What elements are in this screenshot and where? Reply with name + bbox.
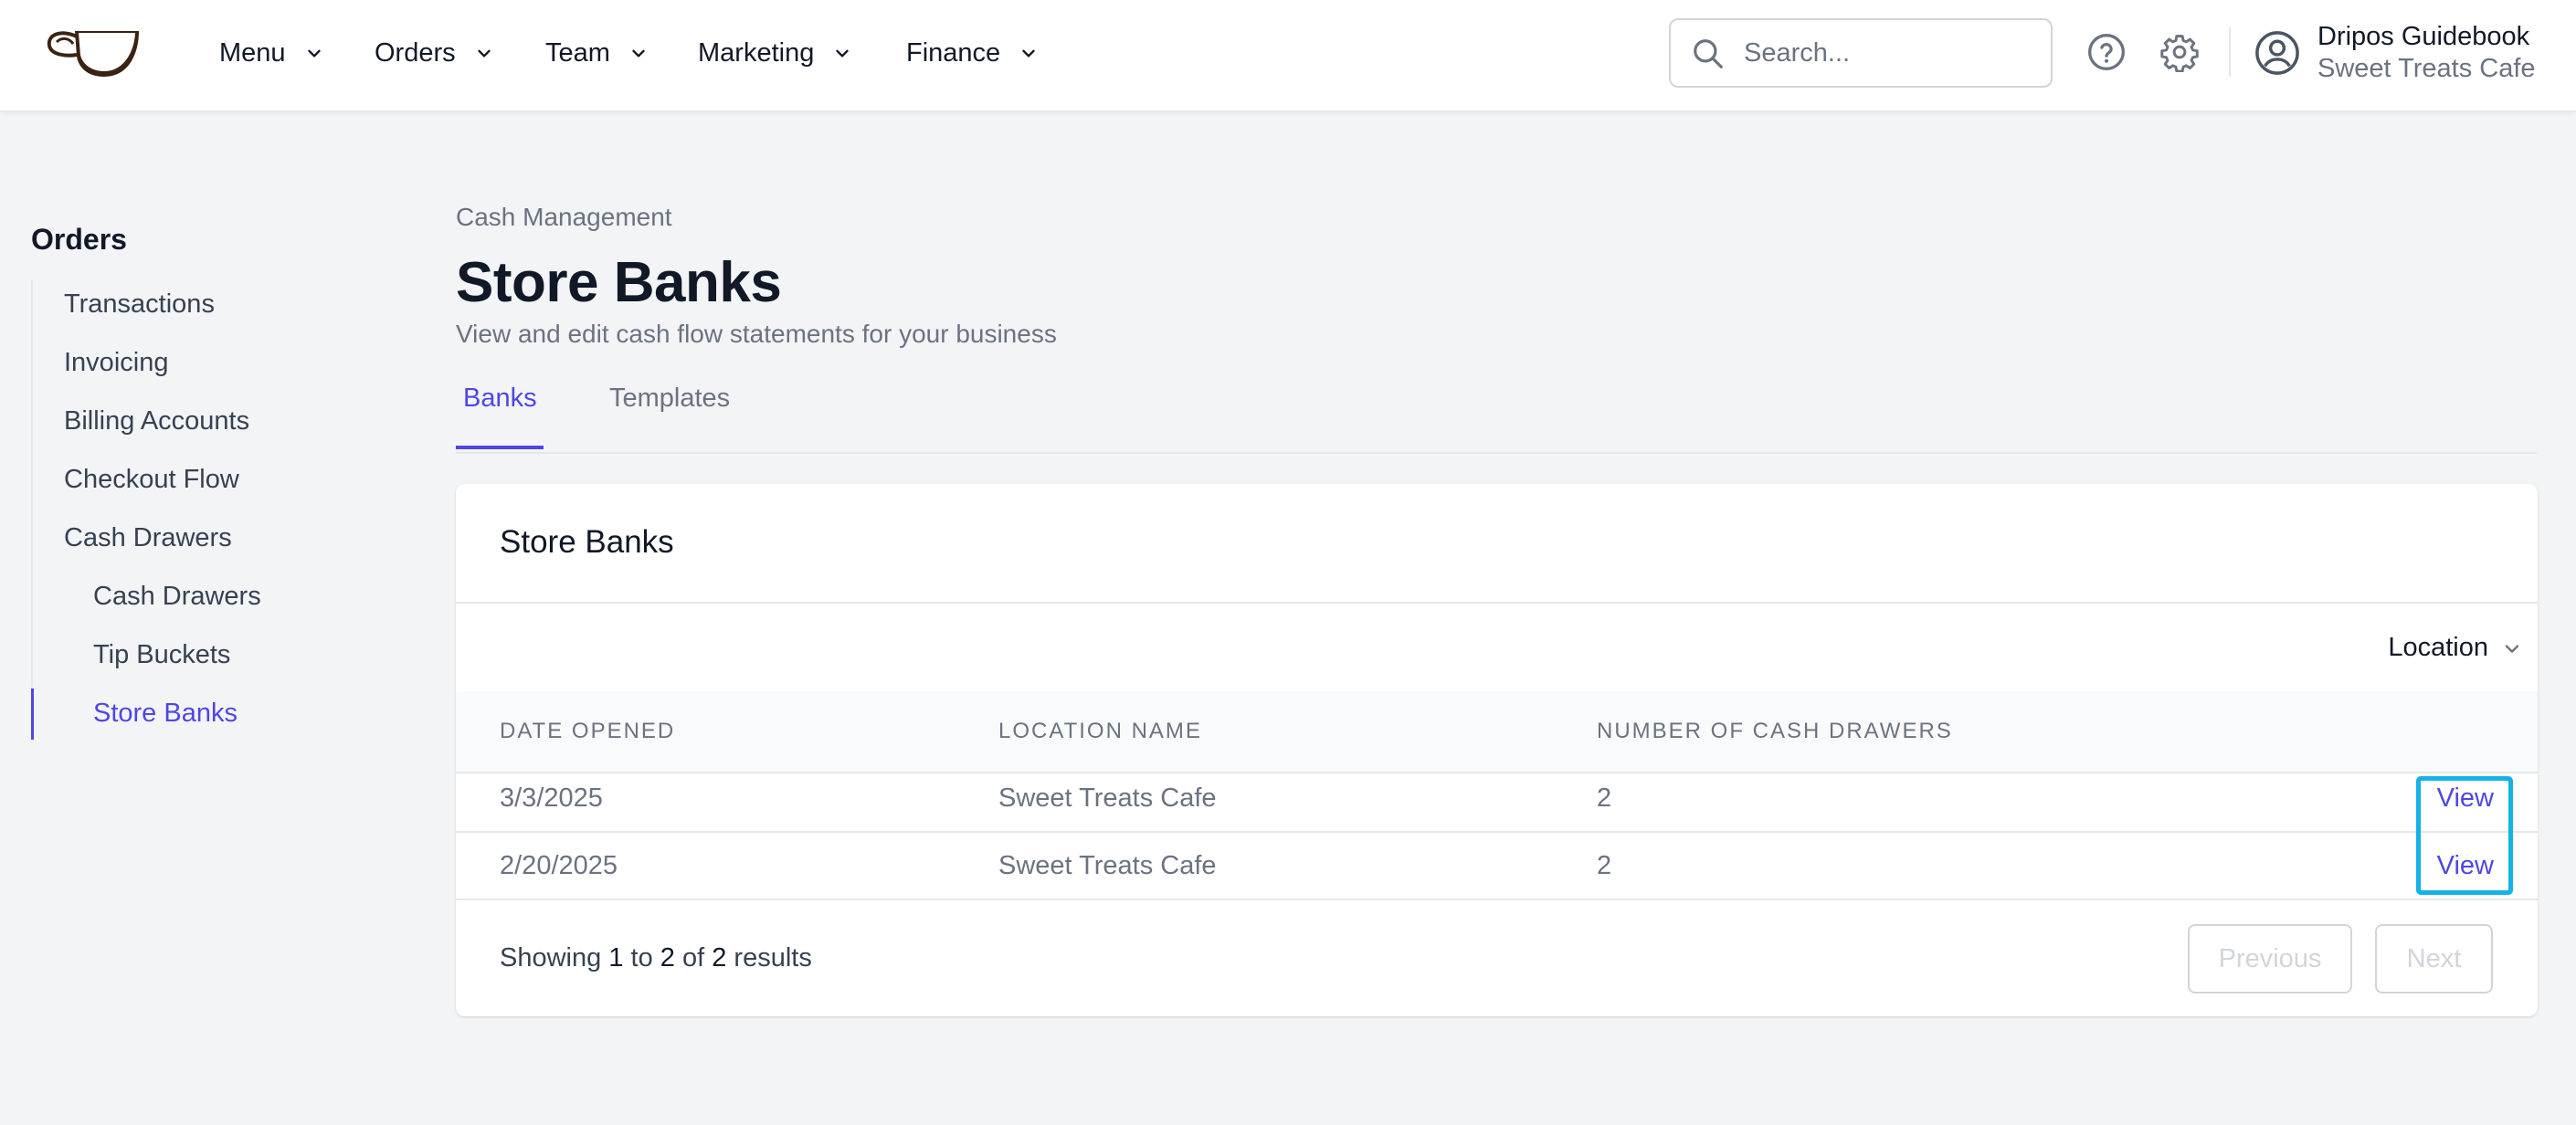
sidebar-item-transactions[interactable]: Transactions xyxy=(64,289,215,320)
store-banks-card: Store Banks Location Date Opened Locatio… xyxy=(456,484,2538,1016)
active-tab-underline xyxy=(456,446,544,449)
tabs-border xyxy=(456,452,2537,454)
nav-orders[interactable]: Orders xyxy=(375,33,494,73)
card-divider xyxy=(456,602,2538,604)
column-header-number-of-cash-drawers[interactable]: Number of Cash Drawers xyxy=(1597,719,1953,744)
page-title: Store Banks xyxy=(456,251,782,314)
table-row[interactable]: 2/20/2025 Sweet Treats Cafe 2 View xyxy=(456,833,2538,900)
cell-location-name: Sweet Treats Cafe xyxy=(998,783,1217,813)
user-avatar-icon[interactable] xyxy=(2254,29,2301,77)
cell-number-of-cash-drawers: 2 xyxy=(1597,851,1612,880)
nav-team-label: Team xyxy=(545,37,610,68)
sidebar-item-checkout-flow[interactable]: Checkout Flow xyxy=(64,465,239,495)
chevron-down-icon xyxy=(1022,49,1035,58)
pagination-suffix: results xyxy=(734,943,812,973)
sidebar-item-cash-drawers-group[interactable]: Cash Drawers xyxy=(64,523,232,553)
chevron-down-icon xyxy=(477,49,491,58)
search-icon xyxy=(1694,39,1723,68)
sidebar-item-cash-drawers[interactable]: Cash Drawers xyxy=(93,582,261,612)
nav-finance-label: Finance xyxy=(906,37,1001,68)
cell-number-of-cash-drawers: 2 xyxy=(1597,783,1612,813)
user-name[interactable]: Dripos Guidebook xyxy=(2317,22,2529,52)
pagination-to: 2 xyxy=(660,943,675,973)
column-header-date-opened[interactable]: Date Opened xyxy=(500,719,675,744)
location-filter[interactable]: Location xyxy=(2388,633,2523,663)
previous-button[interactable]: Previous xyxy=(2188,924,2352,994)
card-title: Store Banks xyxy=(500,524,674,560)
page-subtitle: View and edit cash flow statements for y… xyxy=(456,320,1057,348)
view-link[interactable]: View xyxy=(2437,851,2494,881)
nav-marketing-label: Marketing xyxy=(698,37,815,68)
search-input[interactable] xyxy=(1744,33,2036,73)
pagination-total: 2 xyxy=(712,943,727,973)
pagination-to-word: to xyxy=(630,943,653,973)
chevron-down-icon xyxy=(2505,644,2519,653)
pagination-from: 1 xyxy=(608,943,624,973)
pagination-of-word: of xyxy=(681,943,705,973)
chevron-down-icon xyxy=(632,49,645,58)
chevron-down-icon xyxy=(307,49,321,58)
top-navigation-bar: Menu Orders Team Marketing Finance Searc… xyxy=(0,0,2576,112)
tab-templates[interactable]: Templates xyxy=(609,384,730,414)
gear-icon[interactable] xyxy=(2159,32,2200,72)
sidebar-rail xyxy=(31,279,33,740)
sidebar-item-billing-accounts[interactable]: Billing Accounts xyxy=(64,406,249,436)
sidebar-active-indicator xyxy=(31,689,34,740)
location-filter-label: Location xyxy=(2388,633,2488,662)
cell-date-opened: 2/20/2025 xyxy=(500,851,618,880)
cell-date-opened: 3/3/2025 xyxy=(500,783,603,813)
chevron-down-icon xyxy=(836,49,850,58)
sidebar-item-invoicing[interactable]: Invoicing xyxy=(64,348,168,378)
nav-team[interactable]: Team xyxy=(545,33,649,73)
tab-banks[interactable]: Banks xyxy=(463,384,537,414)
column-header-location-name[interactable]: Location Name xyxy=(998,719,1202,744)
help-icon[interactable] xyxy=(2086,32,2127,72)
pagination-summary: Showing 1 to 2 of 2 results xyxy=(500,943,812,973)
sidebar-item-store-banks[interactable]: Store Banks xyxy=(93,699,238,729)
nav-orders-label: Orders xyxy=(375,37,456,68)
coffee-cup-logo-icon[interactable] xyxy=(44,24,144,80)
nav-menu-label: Menu xyxy=(219,37,286,68)
sidebar-title: Orders xyxy=(31,223,127,256)
next-button[interactable]: Next xyxy=(2375,924,2493,994)
table-row[interactable]: 3/3/2025 Sweet Treats Cafe 2 View xyxy=(456,765,2538,833)
header-divider xyxy=(2229,27,2231,77)
cell-location-name: Sweet Treats Cafe xyxy=(998,851,1217,880)
sidebar-item-tip-buckets[interactable]: Tip Buckets xyxy=(93,640,230,670)
nav-finance[interactable]: Finance xyxy=(906,33,1039,73)
nav-menu[interactable]: Menu xyxy=(219,33,324,73)
nav-marketing[interactable]: Marketing xyxy=(698,33,852,73)
pagination-prefix: Showing xyxy=(500,943,602,973)
user-business-name: Sweet Treats Cafe xyxy=(2317,54,2536,83)
view-link[interactable]: View xyxy=(2437,783,2494,814)
search-box xyxy=(1669,18,2053,88)
breadcrumb[interactable]: Cash Management xyxy=(456,203,672,232)
table-header: Date Opened Location Name Number of Cash… xyxy=(456,691,2538,773)
